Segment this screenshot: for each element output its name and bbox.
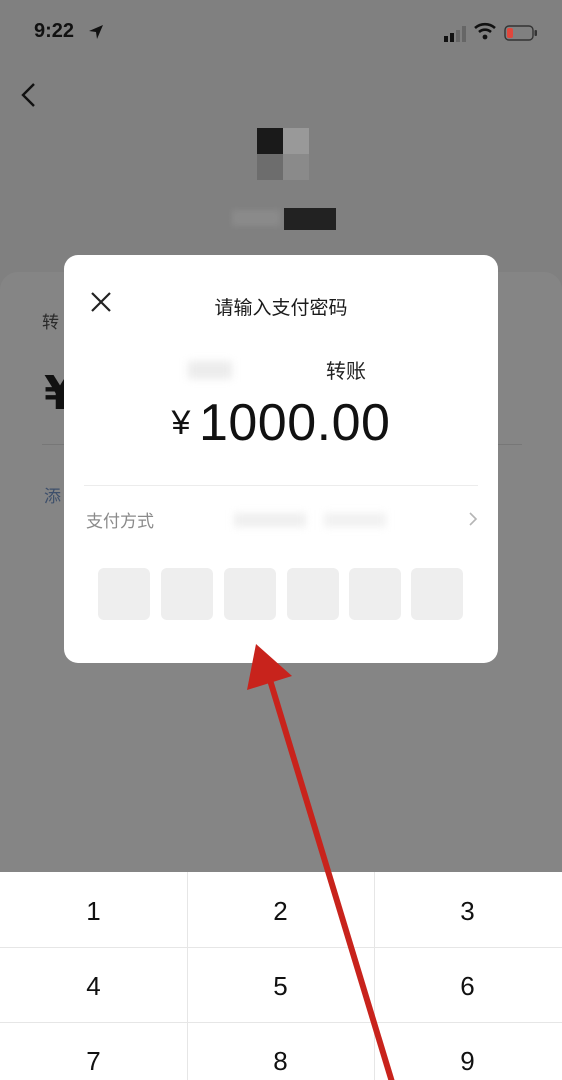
key-4[interactable]: 4	[0, 949, 187, 1023]
status-time: 9:22	[34, 20, 75, 42]
dialog-title: 请输入支付密码	[214, 297, 348, 319]
payment-method-label: 支付方式	[86, 512, 154, 532]
password-digit-box[interactable]	[98, 568, 150, 620]
key-5[interactable]: 5	[187, 949, 374, 1023]
password-digit-box[interactable]	[349, 568, 401, 620]
payment-password-dialog: 请输入支付密码 转账 ¥1000.00 支付方式	[64, 255, 498, 663]
signal-icon	[444, 26, 466, 42]
payment-amount: ¥1000.00	[64, 393, 498, 453]
payment-method-obscured	[234, 513, 306, 527]
wifi-icon	[474, 22, 496, 40]
key-7[interactable]: 7	[0, 1024, 187, 1080]
payment-method-obscured	[324, 513, 386, 527]
chevron-right-icon	[469, 512, 478, 526]
password-digit-box[interactable]	[287, 568, 339, 620]
payment-method-row[interactable]: 支付方式	[84, 503, 478, 535]
add-note-link[interactable]: 添	[44, 482, 61, 507]
key-2[interactable]: 2	[187, 874, 374, 948]
key-8[interactable]: 8	[187, 1024, 374, 1080]
avatar	[257, 128, 309, 180]
amount-value: 1000.00	[198, 394, 391, 452]
transfer-amount-label: 转	[42, 313, 59, 333]
key-6[interactable]: 6	[374, 949, 561, 1023]
chevron-left-icon[interactable]	[16, 80, 40, 110]
password-digit-box[interactable]	[161, 568, 213, 620]
key-1[interactable]: 1	[0, 874, 187, 948]
currency-symbol: ¥	[171, 404, 191, 442]
battery-low-icon	[504, 25, 537, 41]
location-arrow-icon	[89, 25, 103, 39]
transfer-type-label: 转账	[326, 359, 366, 383]
payment-screen: 9:22 转 ¥ 添 请输入支付密码 转账 ¥ 1000.00 支付方式 1 2…	[0, 0, 562, 1080]
recipient-name-obscured	[232, 206, 336, 230]
key-9[interactable]: 9	[374, 1024, 561, 1080]
recipient-obscured	[188, 361, 232, 379]
divider	[84, 485, 478, 486]
numeric-keypad: 1 2 3 4 5 6 7 8 9	[0, 872, 562, 1080]
password-digit-box[interactable]	[411, 568, 463, 620]
key-3[interactable]: 3	[374, 874, 561, 948]
password-digit-box[interactable]	[224, 568, 276, 620]
